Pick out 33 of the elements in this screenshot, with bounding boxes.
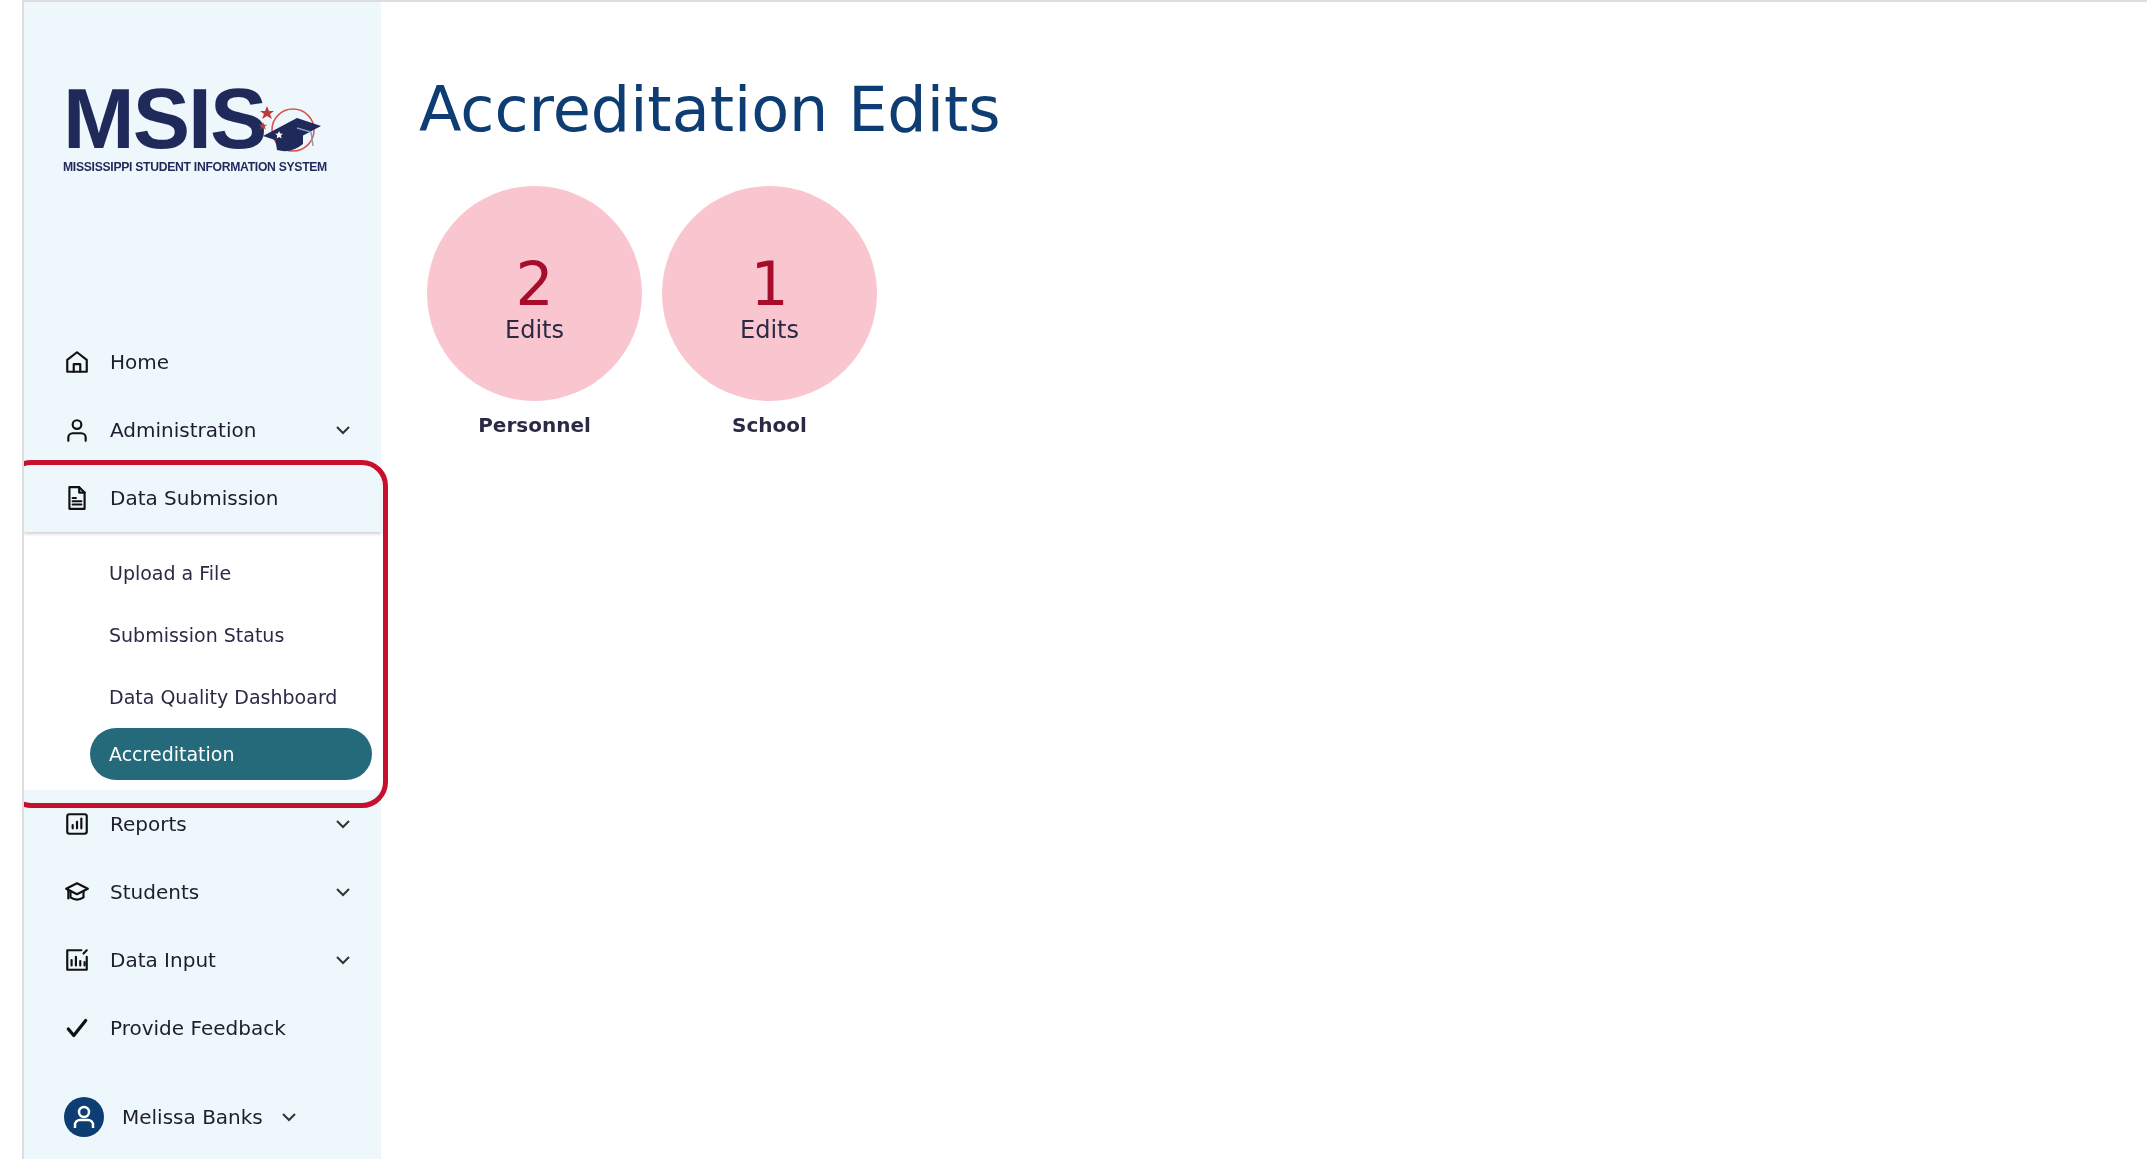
user-menu[interactable]: Melissa Banks (24, 1097, 381, 1137)
submenu-item[interactable]: Data Quality Dashboard (24, 666, 381, 728)
logo-title: MSIS (63, 80, 266, 156)
edit-unit: Edits (505, 315, 564, 344)
nav-item[interactable]: Provide Feedback (24, 994, 381, 1062)
home-icon (64, 349, 90, 375)
nav-item[interactable]: Home (24, 328, 381, 396)
nav-item[interactable]: Data Submission (24, 464, 381, 532)
edit-chart-icon (64, 947, 90, 973)
chevron-down-icon (335, 425, 351, 435)
person-icon (64, 417, 90, 443)
nav-item[interactable]: Reports (24, 790, 381, 858)
chevron-down-icon (335, 955, 351, 965)
edit-unit: Edits (740, 315, 799, 344)
submenu-item[interactable]: Submission Status (24, 604, 381, 666)
chart-icon (64, 811, 90, 837)
category-label: School (732, 413, 807, 437)
chevron-down-icon (335, 819, 351, 829)
submenu-item[interactable]: Accreditation (90, 728, 372, 780)
logo-subtitle: MISSISSIPPI STUDENT INFORMATION SYSTEM (63, 160, 328, 174)
nav-item[interactable]: Administration (24, 396, 381, 464)
page-title: Accreditation Edits (419, 74, 1002, 146)
nav-item[interactable]: Data Input (24, 926, 381, 994)
user-avatar-icon (64, 1097, 104, 1137)
category-label: Personnel (478, 413, 591, 437)
edit-count-circle[interactable]: 2 Edits (427, 186, 642, 401)
edit-count: 1 (750, 251, 789, 316)
submenu-item[interactable]: Upload a File (24, 542, 381, 604)
chevron-down-icon (335, 887, 351, 897)
edit-count: 2 (515, 251, 554, 316)
nav-item[interactable]: Students (24, 858, 381, 926)
edit-count-circle[interactable]: 1 Edits (662, 186, 877, 401)
chevron-down-icon (280, 1112, 297, 1122)
